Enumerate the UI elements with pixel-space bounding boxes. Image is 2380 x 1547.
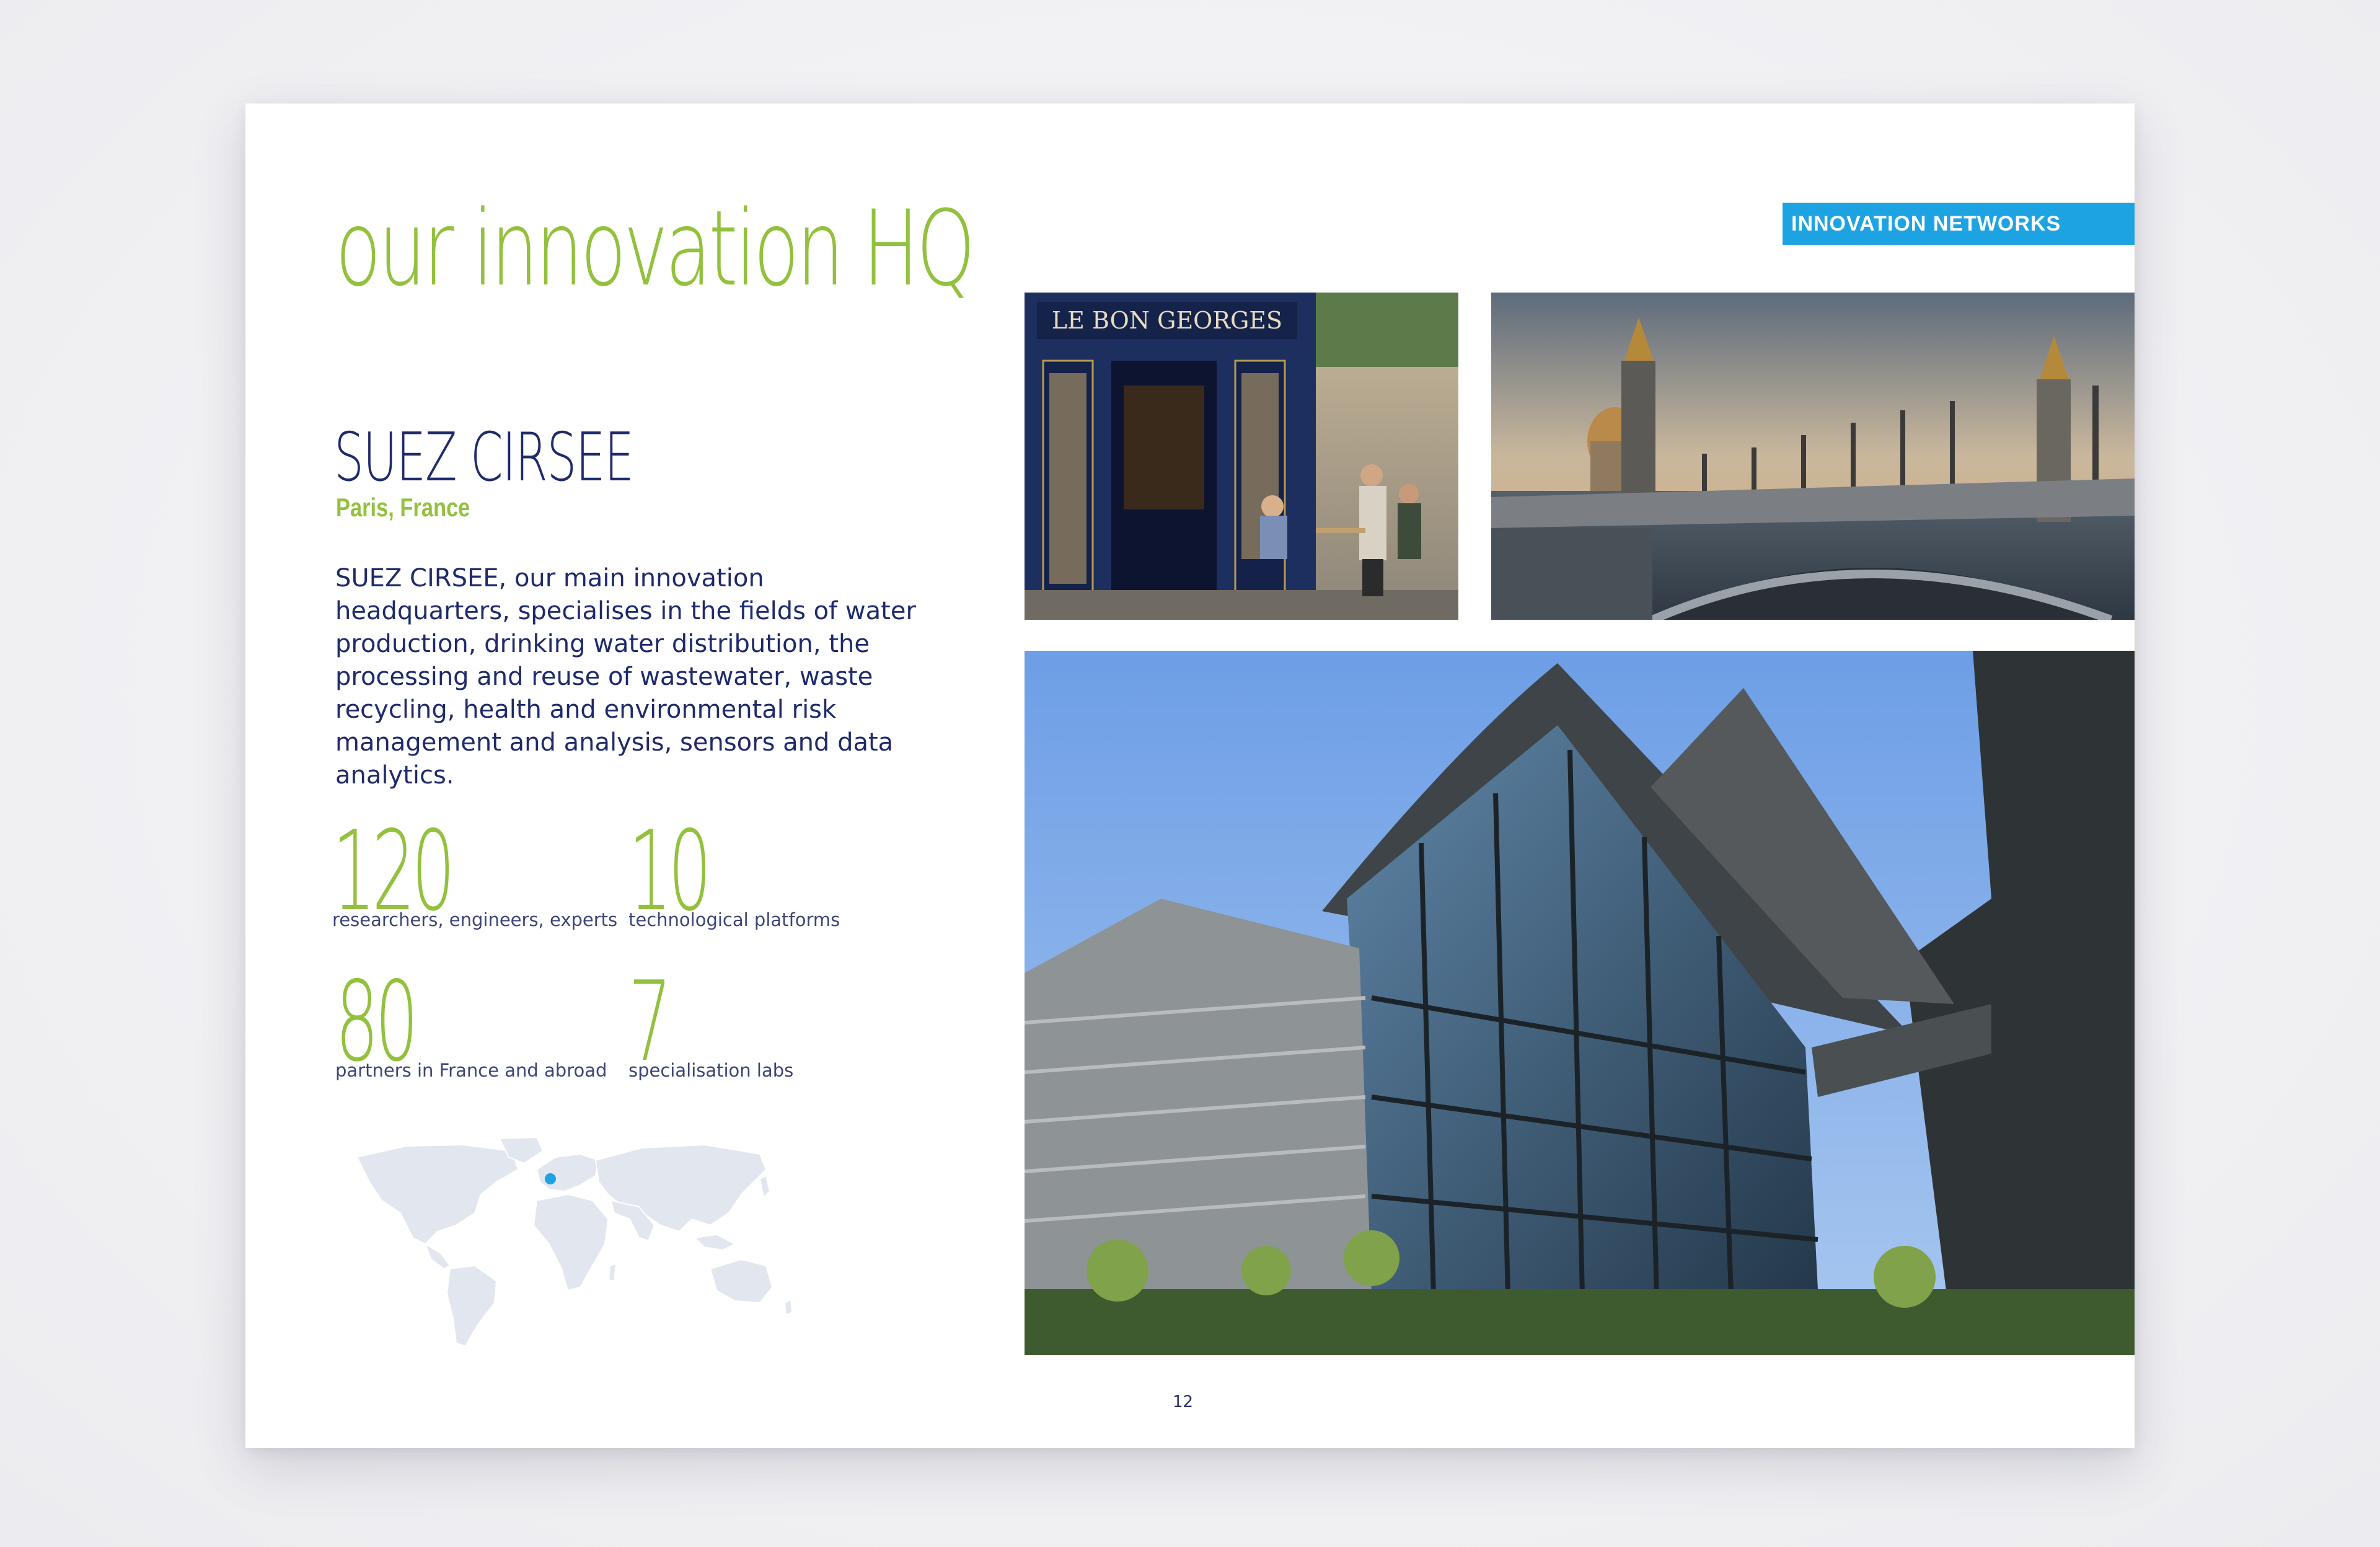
stat-partners: 80 partners in France and abroad <box>335 958 607 1086</box>
stat-labs: 7 specialisation labs <box>628 958 793 1086</box>
stat-value: 80 <box>335 958 418 1086</box>
stat-platforms: 10 technological platforms <box>628 807 840 935</box>
stat-value: 7 <box>628 958 672 1086</box>
stat-value: 120 <box>332 807 455 935</box>
org-name: SUEZ CIRSEE <box>334 419 634 496</box>
photo-cafe: LE BON GEORGES <box>1025 293 1458 620</box>
org-location: Paris, France <box>336 493 470 522</box>
stat-value: 10 <box>628 807 712 935</box>
cafe-sign-text: LE BON GEORGES <box>1052 307 1282 334</box>
org-description: SUEZ CIRSEE, our main innovation headqua… <box>335 564 916 790</box>
photo-building <box>1025 651 2135 1355</box>
section-badge: INNOVATION NETWORKS <box>1783 203 2135 245</box>
location-dot-icon <box>545 1173 556 1184</box>
photo-bridge <box>1491 293 2135 620</box>
world-map <box>356 1136 793 1347</box>
brochure-page: our innovation HQ INNOVATION NETWORKS SU… <box>245 104 2135 1448</box>
page-title: our innovation HQ <box>335 188 976 309</box>
stat-researchers: 120 researchers, engineers, experts <box>332 807 617 935</box>
page-number: 12 <box>1173 1393 1194 1411</box>
